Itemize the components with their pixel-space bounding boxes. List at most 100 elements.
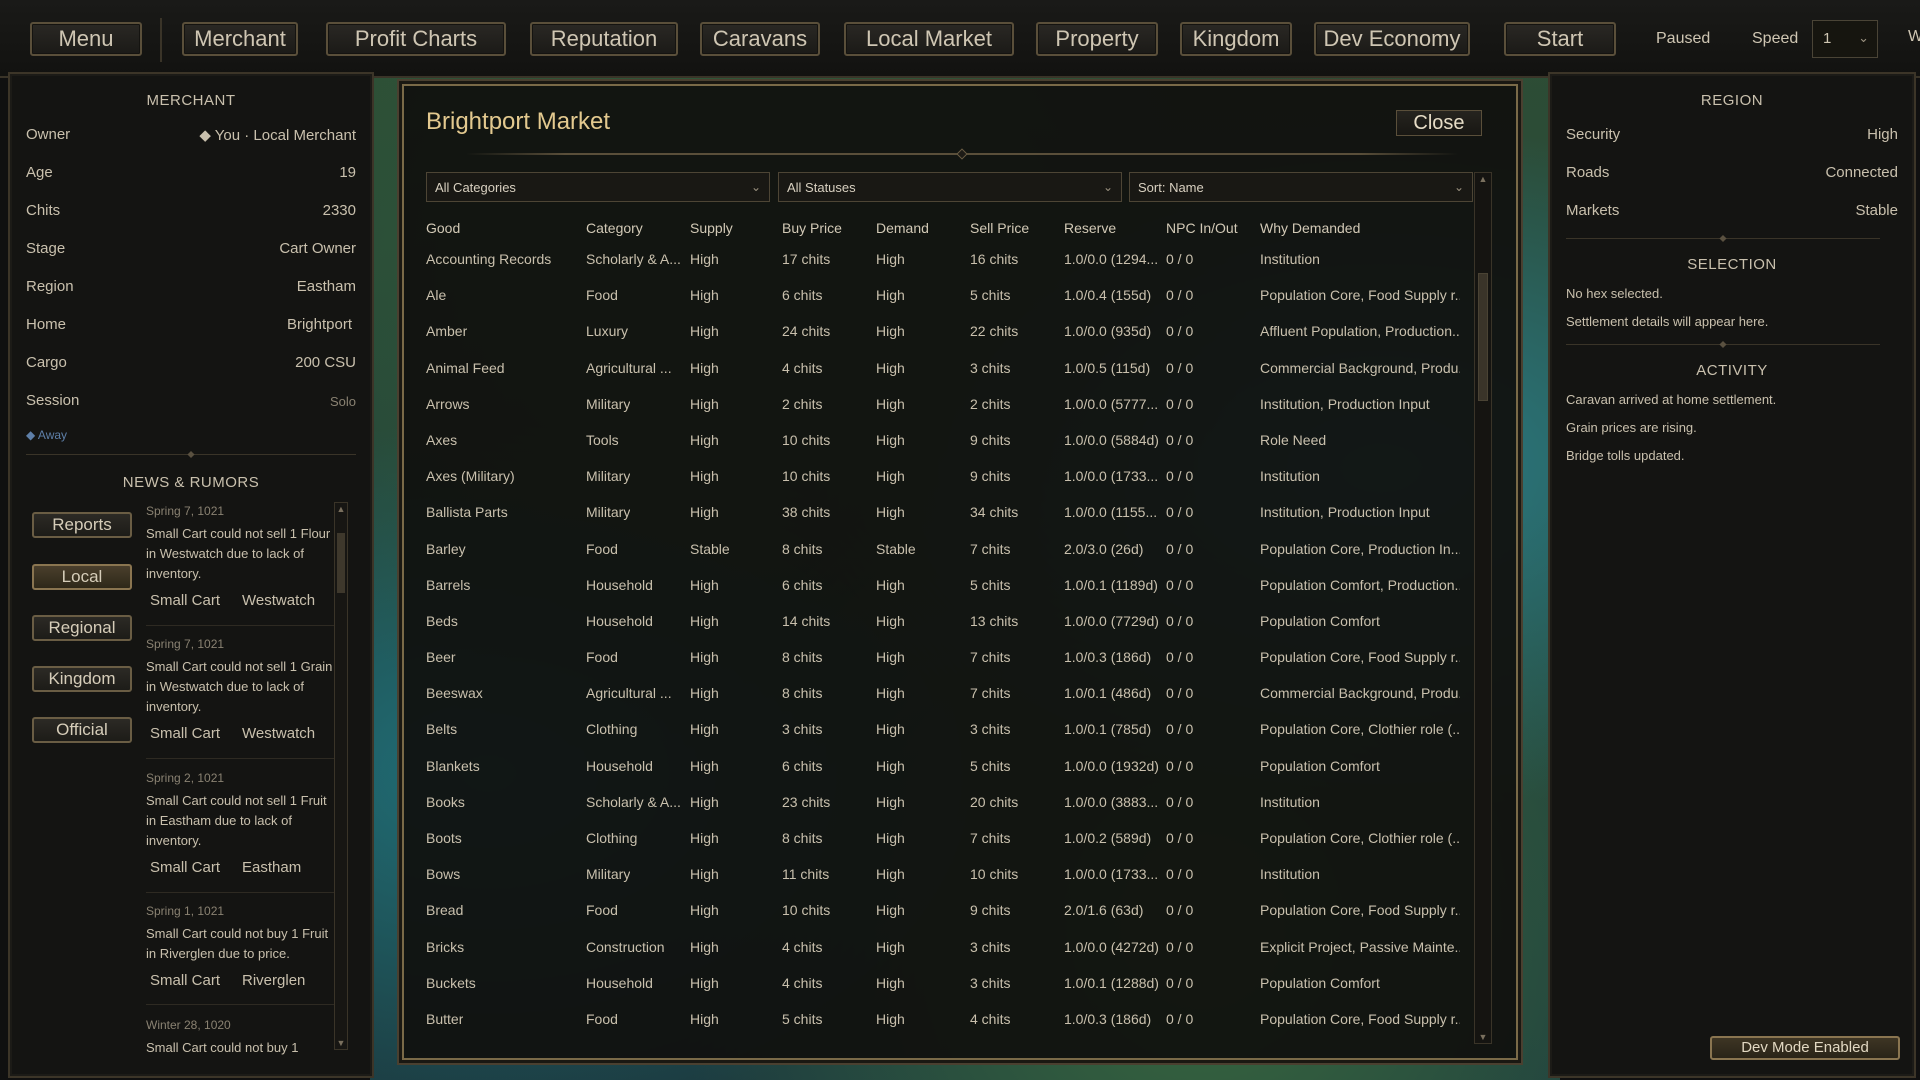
- column-header-demand[interactable]: Demand: [876, 220, 929, 236]
- table-row[interactable]: Bricks Construction High 4 chits High 3 chits…: [404, 930, 1474, 966]
- news-scroll-thumb[interactable]: [337, 533, 345, 593]
- dev-economy-tab[interactable]: Dev Economy: [1314, 22, 1470, 56]
- property-tab[interactable]: Property: [1036, 22, 1158, 56]
- column-header-good[interactable]: Good: [426, 220, 460, 236]
- caravans-tab[interactable]: Caravans: [700, 22, 820, 56]
- table-row[interactable]: Beer Food High 8 chits High 7 chits 1.0/0.3 (1…: [404, 640, 1474, 676]
- cell-npc-in-out: 0 / 0: [1166, 721, 1194, 738]
- table-row[interactable]: Bread Food High 10 chits High 9 chits 2.0/1.6 …: [404, 893, 1474, 929]
- cell-buy-price: 5 chits: [782, 1010, 823, 1027]
- column-header-supply[interactable]: Supply: [690, 220, 733, 236]
- local-filter-button[interactable]: Local: [32, 564, 132, 590]
- age-label: Age: [26, 164, 53, 181]
- cell-buy-price: 17 chits: [782, 251, 831, 267]
- table-row[interactable]: Barrels Household High 6 chits High 5 chits 1.…: [404, 568, 1474, 604]
- reputation-tab[interactable]: Reputation: [530, 22, 678, 56]
- cell-buy-price: 8 chits: [782, 540, 823, 557]
- cell-reserve: 2.0/1.6 (63d): [1064, 902, 1144, 919]
- speed-select[interactable]: 1 ⌄: [1812, 20, 1878, 58]
- news-text: Small Cart could not sell 1 Flour in Wes…: [146, 526, 331, 581]
- cell-demand: High: [876, 431, 905, 448]
- table-row[interactable]: Beds Household High 14 chits High 13 chits 1.0…: [404, 604, 1474, 640]
- column-header-buy-price[interactable]: Buy Price: [782, 220, 842, 236]
- menu-button[interactable]: Menu: [30, 22, 142, 56]
- column-header-npc-in-out[interactable]: NPC In/Out: [1166, 220, 1238, 236]
- column-header-reserve[interactable]: Reserve: [1064, 220, 1116, 236]
- cell-buy-price: 4 chits: [782, 359, 823, 376]
- paused-status: Paused: [1656, 30, 1711, 47]
- cell-supply: High: [690, 504, 719, 521]
- security-value: High: [1867, 126, 1898, 143]
- table-row[interactable]: Accounting Records Scholarly & A... High 17…: [404, 242, 1474, 278]
- table-row[interactable]: Ale Food High 6 chits High 5 chits 1.0/0.4 (15…: [404, 278, 1474, 314]
- cell-why-demanded: Population Core, Food Supply r...: [1260, 649, 1460, 666]
- cell-sell-price: 9 chits: [970, 431, 1011, 448]
- status-filter-select[interactable]: All Statuses ⌄: [778, 172, 1122, 202]
- cell-good: Animal Feed: [426, 359, 505, 376]
- cell-good: Barrels: [426, 576, 471, 593]
- category-filter-select[interactable]: All Categories ⌄: [426, 172, 770, 202]
- table-row[interactable]: Buckets Household High 4 chits High 3 chits 1.…: [404, 966, 1474, 1002]
- table-row[interactable]: Axes Tools High 10 chits High 9 chits 1.0/0.0 …: [404, 423, 1474, 459]
- table-row[interactable]: Arrows Military High 2 chits High 2 chits 1.0/…: [404, 387, 1474, 423]
- kingdom-tab[interactable]: Kingdom: [1180, 22, 1292, 56]
- news-tag-link[interactable]: Westwatch: [242, 592, 315, 609]
- table-row[interactable]: Beeswax Agricultural ... High 8 chits High 7 …: [404, 676, 1474, 712]
- kingdom-filter-button[interactable]: Kingdom: [32, 666, 132, 692]
- scroll-down-icon[interactable]: ▼: [1475, 1032, 1491, 1042]
- cell-why-demanded: Population Core, Clothier role (...: [1260, 830, 1460, 846]
- scroll-up-icon[interactable]: ▲: [335, 504, 347, 514]
- table-row[interactable]: Barley Food Stable 8 chits Stable 7 chits 2.0/…: [404, 532, 1474, 568]
- cell-buy-price: 11 chits: [782, 866, 830, 883]
- sort-select[interactable]: Sort: Name ⌄: [1129, 172, 1473, 202]
- news-tag-link[interactable]: Riverglen: [242, 972, 305, 989]
- table-row[interactable]: Bows Military High 11 chits High 10 chits 1.0/…: [404, 857, 1474, 893]
- start-button[interactable]: Start: [1504, 22, 1616, 56]
- news-tag-link[interactable]: Small Cart: [150, 725, 220, 742]
- cell-category: Military: [586, 395, 631, 412]
- cell-category: Household: [586, 757, 653, 774]
- local-market-tab[interactable]: Local Market: [844, 22, 1014, 56]
- cell-category: Household: [586, 612, 653, 629]
- table-row[interactable]: Boots Clothing High 8 chits High 7 chits 1.0/0…: [404, 821, 1474, 857]
- dev-mode-button[interactable]: Dev Mode Enabled: [1710, 1036, 1900, 1060]
- cell-category: Tools: [586, 431, 619, 448]
- news-tag-link[interactable]: Small Cart: [150, 859, 220, 876]
- table-row[interactable]: Blankets Household High 6 chits High 5 chits 1…: [404, 749, 1474, 785]
- news-tag-link[interactable]: Eastham: [242, 859, 301, 876]
- merchant-tab[interactable]: Merchant: [182, 22, 298, 56]
- cell-supply: High: [690, 757, 719, 774]
- table-row[interactable]: Books Scholarly & A... High 23 chits High 20 …: [404, 785, 1474, 821]
- market-scrollbar[interactable]: ▲ ▼: [1474, 172, 1492, 1044]
- regional-filter-button[interactable]: Regional: [32, 615, 132, 641]
- official-filter-button[interactable]: Official: [32, 717, 132, 743]
- news-separator: [146, 1004, 336, 1005]
- cell-supply: High: [690, 902, 719, 919]
- table-row[interactable]: Ballista Parts Military High 38 chits High 34…: [404, 495, 1474, 531]
- table-row[interactable]: Belts Clothing High 3 chits High 3 chits 1.0/0…: [404, 712, 1474, 748]
- table-row[interactable]: Animal Feed Agricultural ... High 4 chits Hi…: [404, 351, 1474, 387]
- news-section-title: NEWS & RUMORS: [122, 474, 260, 491]
- news-tag-link[interactable]: Small Cart: [150, 972, 220, 989]
- table-row[interactable]: Butter Food High 5 chits High 4 chits 1.0/0.3 …: [404, 1002, 1474, 1038]
- cell-why-demanded: Institution: [1260, 251, 1320, 267]
- news-scrollbar[interactable]: ▲ ▼: [334, 502, 348, 1050]
- cell-sell-price: 7 chits: [970, 540, 1011, 557]
- market-scroll-thumb[interactable]: [1478, 273, 1488, 401]
- column-header-category[interactable]: Category: [586, 220, 643, 236]
- cell-supply: High: [690, 576, 719, 593]
- table-row[interactable]: Amber Luxury High 24 chits High 22 chits 1.0/0…: [404, 314, 1474, 350]
- profit-charts-tab[interactable]: Profit Charts: [326, 22, 506, 56]
- news-tags: Small Cart Westwatch: [150, 725, 315, 742]
- table-row[interactable]: Axes (Military) Military High 10 chits High 9…: [404, 459, 1474, 495]
- scroll-up-icon[interactable]: ▲: [1475, 174, 1491, 184]
- column-header-sell-price[interactable]: Sell Price: [970, 220, 1029, 236]
- reports-filter-button[interactable]: Reports: [32, 512, 132, 538]
- news-tag-link[interactable]: Small Cart: [150, 592, 220, 609]
- close-button[interactable]: Close: [1396, 110, 1482, 136]
- cell-buy-price: 8 chits: [782, 649, 823, 666]
- stage-label: Stage: [26, 240, 66, 257]
- column-header-why-demanded[interactable]: Why Demanded: [1260, 220, 1360, 236]
- news-tag-link[interactable]: Westwatch: [242, 725, 315, 742]
- scroll-down-icon[interactable]: ▼: [335, 1038, 347, 1048]
